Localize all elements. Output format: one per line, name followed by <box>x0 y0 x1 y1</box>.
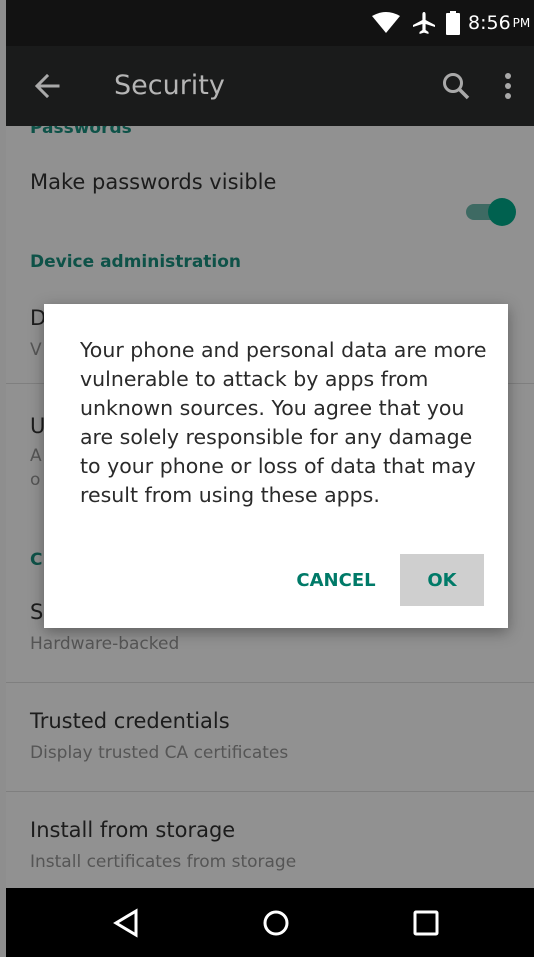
make-passwords-visible-row[interactable]: Make passwords visible <box>6 154 534 234</box>
switch-thumb <box>488 198 516 226</box>
storage-type-subtitle: Hardware-backed <box>30 634 180 654</box>
airplane-mode-icon <box>412 0 436 46</box>
app-bar: Security <box>6 46 534 126</box>
nav-back-icon[interactable] <box>106 905 146 941</box>
make-passwords-visible-switch[interactable] <box>464 196 516 226</box>
unknown-sources-subtitle-line1: A <box>30 446 42 466</box>
battery-icon <box>446 0 460 46</box>
unknown-sources-warning-dialog: Your phone and personal data are more vu… <box>44 304 508 628</box>
cancel-button[interactable]: CANCEL <box>286 554 386 606</box>
back-arrow-icon[interactable] <box>28 68 68 104</box>
trusted-credentials-title: Trusted credentials <box>30 709 230 733</box>
nav-recents-icon[interactable] <box>406 905 446 941</box>
make-passwords-visible-label: Make passwords visible <box>30 170 277 194</box>
clock: 8:56 PM <box>468 0 530 46</box>
wifi-icon <box>372 0 400 46</box>
clock-time: 8:56 <box>468 12 511 34</box>
unknown-sources-subtitle-line2: o <box>30 470 41 490</box>
section-header-credential-storage: C <box>30 550 43 570</box>
section-header-passwords: Passwords <box>30 126 132 138</box>
trusted-credentials-row[interactable]: Trusted credentials Display trusted CA c… <box>6 683 534 791</box>
dialog-message: Your phone and personal data are more vu… <box>80 338 487 507</box>
section-header-device-administration: Device administration <box>30 252 242 272</box>
status-bar: 8:56 PM <box>6 0 534 46</box>
install-from-storage-title: Install from storage <box>30 818 236 842</box>
nav-home-icon[interactable] <box>256 905 296 941</box>
more-vert-icon[interactable] <box>496 68 520 104</box>
device-administrators-subtitle: V <box>30 340 42 360</box>
clock-ampm: PM <box>512 16 531 30</box>
trusted-credentials-subtitle: Display trusted CA certificates <box>30 743 289 763</box>
navigation-bar <box>6 888 534 957</box>
install-from-storage-subtitle: Install certificates from storage <box>30 852 297 872</box>
ok-button[interactable]: OK <box>400 554 484 606</box>
search-icon[interactable] <box>438 68 474 104</box>
install-from-storage-row[interactable]: Install from storage Install certificate… <box>6 792 534 888</box>
page-title: Security <box>114 70 225 101</box>
screen: 8:56 PM Security Passwords Make passwords… <box>0 0 534 957</box>
storage-type-title: S <box>30 600 44 624</box>
